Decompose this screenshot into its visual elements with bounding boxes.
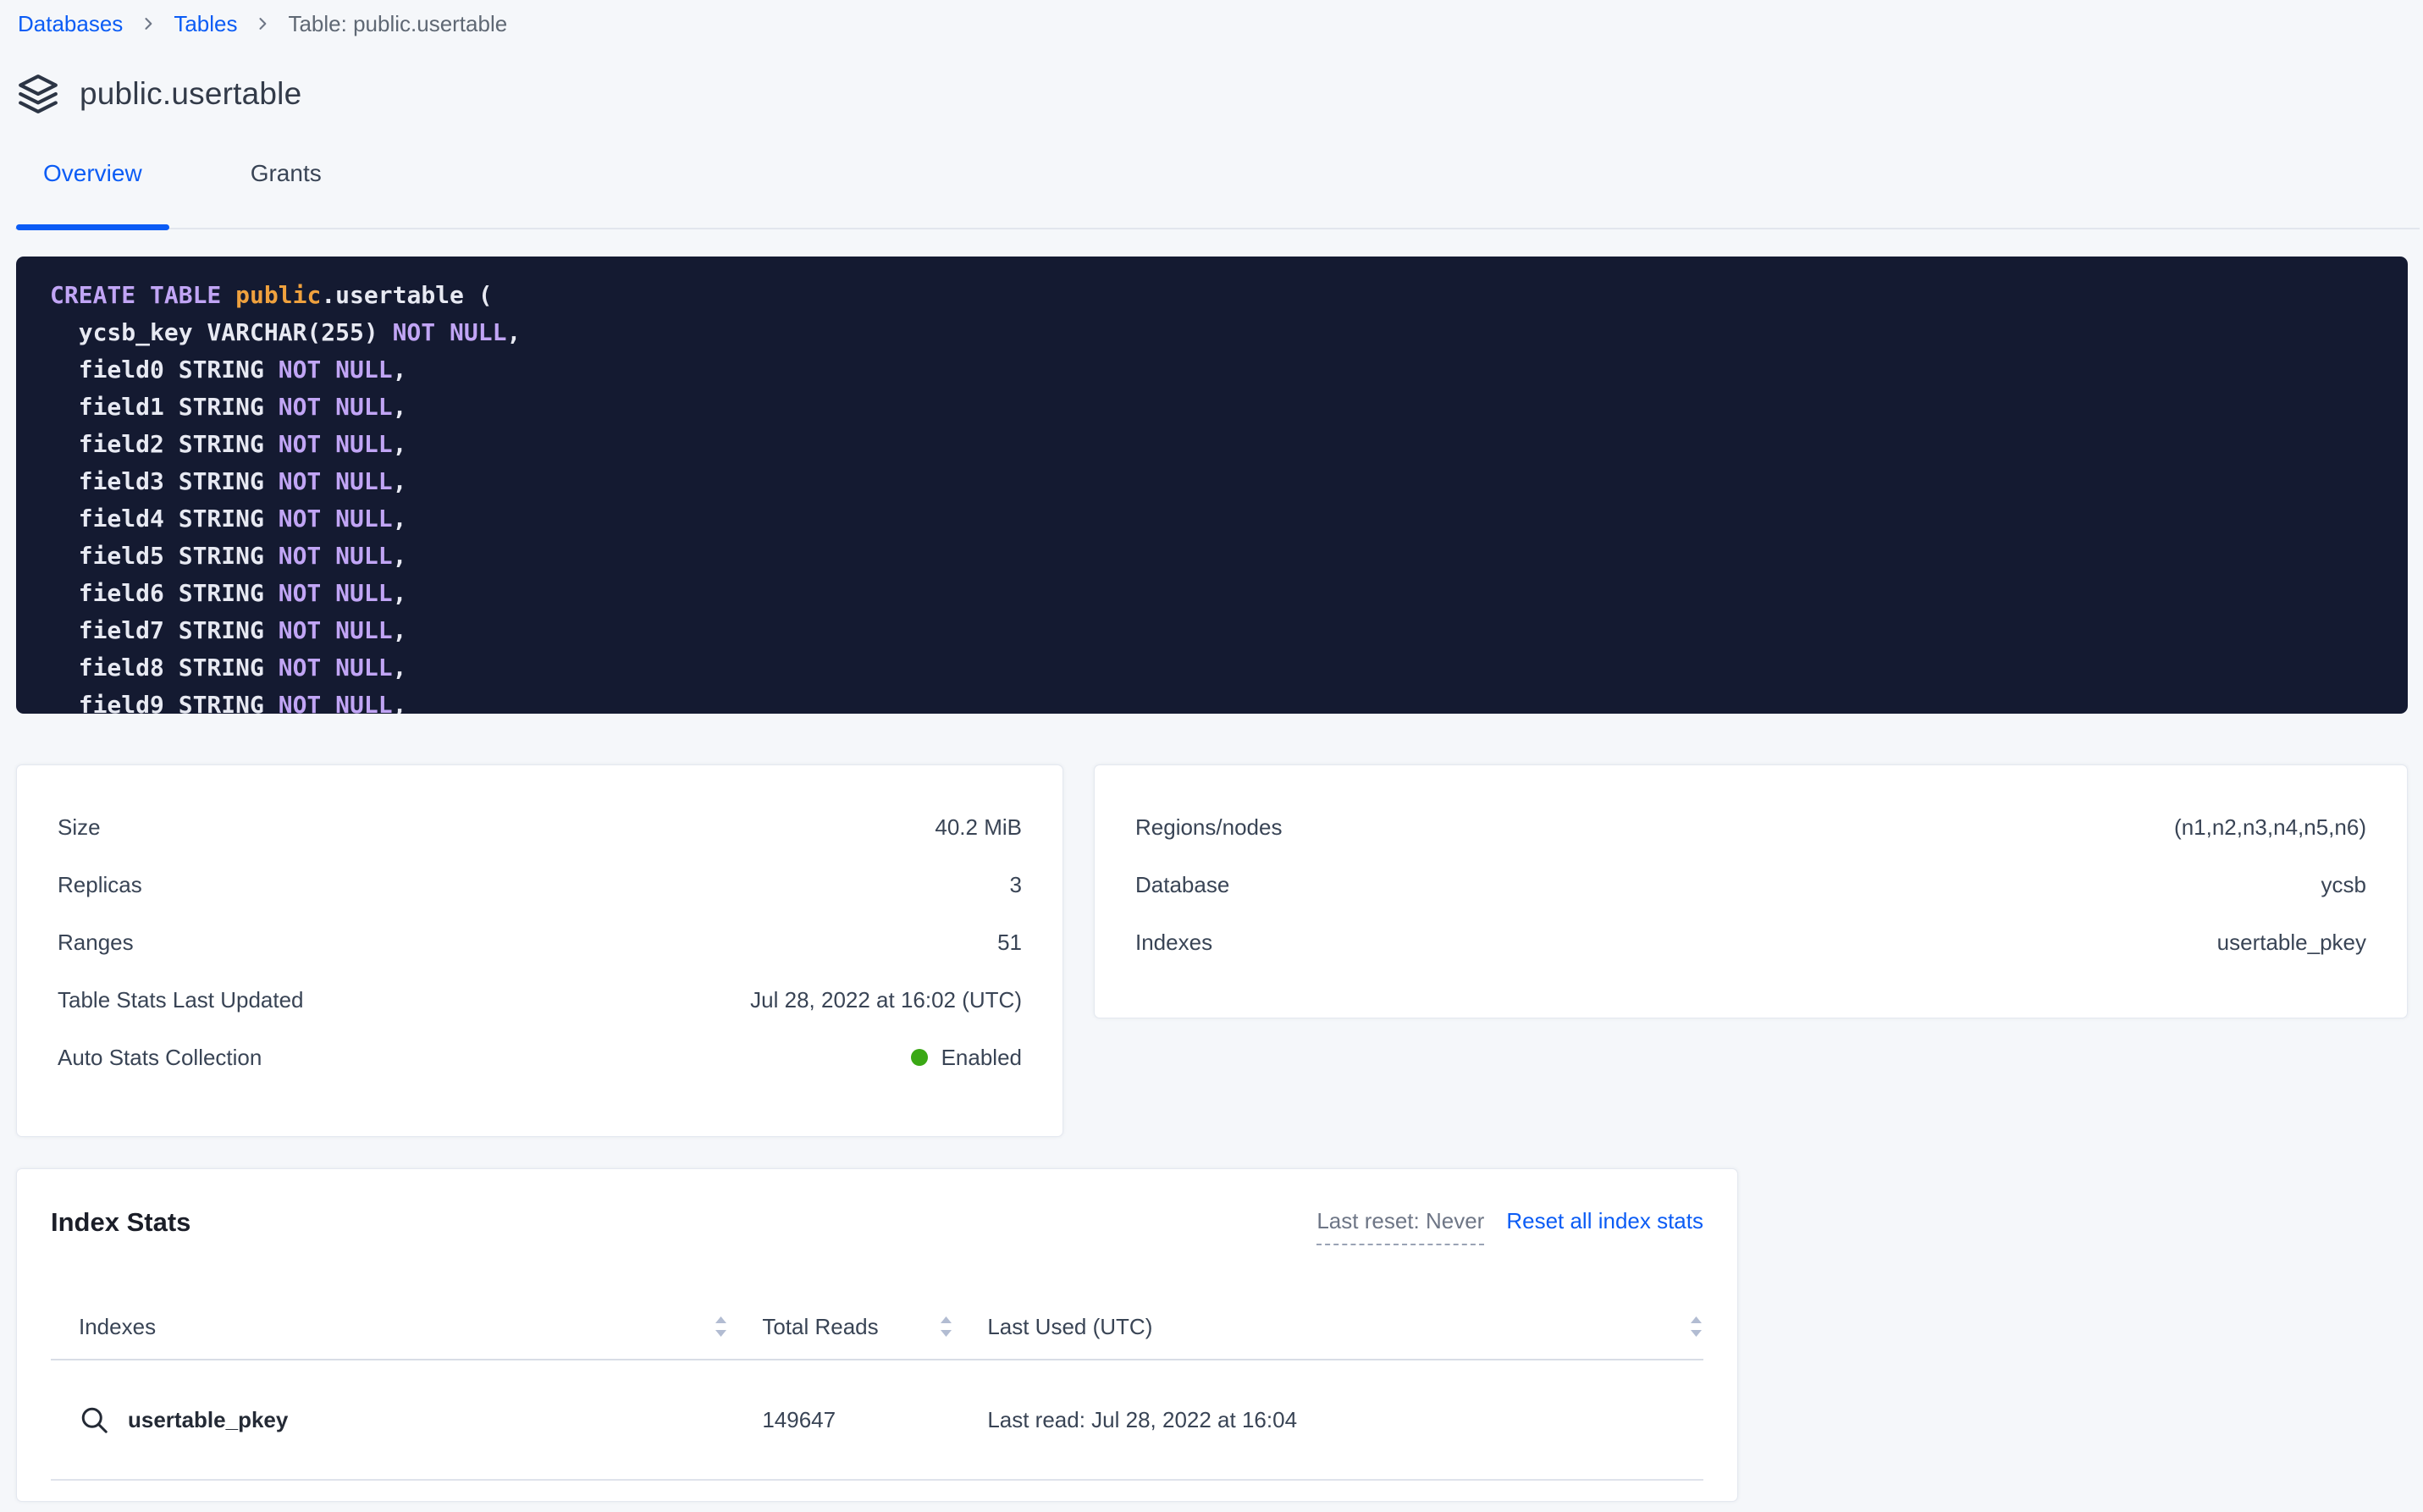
layers-icon xyxy=(17,73,59,115)
sql-line: field7 STRING NOT NULL, xyxy=(50,612,2408,649)
column-header-last-used[interactable]: Last Used (UTC) xyxy=(987,1314,1703,1340)
table-details-card: Regions/nodes (n1,n2,n3,n4,n5,n6) Database… xyxy=(1094,764,2408,1018)
status-dot-icon xyxy=(911,1049,928,1066)
active-tab-indicator xyxy=(16,224,169,230)
column-header-indexes[interactable]: Indexes xyxy=(51,1314,728,1340)
sql-line: field1 STRING NOT NULL, xyxy=(50,389,2408,426)
breadcrumb-databases[interactable]: Databases xyxy=(18,8,123,39)
sql-line: field5 STRING NOT NULL, xyxy=(50,538,2408,575)
sql-line: ycsb_key VARCHAR(255) NOT NULL, xyxy=(50,314,2408,351)
tab-grants-label: Grants xyxy=(251,160,322,186)
tabs: Overview Grants xyxy=(0,145,2423,229)
search-icon xyxy=(79,1404,109,1435)
index-stats-header: Index Stats Last reset: Never Reset all … xyxy=(51,1169,1703,1245)
column-header-last-used-label: Last Used (UTC) xyxy=(987,1314,1152,1340)
page-title: public.usertable xyxy=(80,76,301,112)
sql-code: CREATE TABLE public.usertable ( ycsb_key… xyxy=(50,277,2408,714)
summary-cards: Size 40.2 MiB Replicas 3 Ranges 51 Table Stats… xyxy=(16,764,2408,1137)
chevron-right-icon xyxy=(140,15,157,32)
stat-row-auto-stats-collection: Auto Stats Collection Enabled xyxy=(58,1029,1022,1086)
index-table-header: Indexes Total Reads Last Used (UTC) xyxy=(51,1294,1703,1360)
stat-row-table-stats-last-updated: Table Stats Last Updated Jul 28, 2022 at … xyxy=(58,971,1022,1029)
stat-label: Indexes xyxy=(1135,930,1212,956)
sort-arrows-icon[interactable] xyxy=(714,1314,728,1339)
tab-overview-label: Overview xyxy=(43,160,142,186)
stat-value: (n1,n2,n3,n4,n5,n6) xyxy=(2174,814,2366,841)
stat-value: usertable_pkey xyxy=(2217,930,2366,956)
stat-value: 3 xyxy=(1010,872,1022,898)
stat-label: Database xyxy=(1135,872,1229,898)
stat-label: Size xyxy=(58,814,101,841)
index-name-link[interactable]: usertable_pkey xyxy=(128,1407,288,1433)
sql-create-statement-box[interactable]: CREATE TABLE public.usertable ( ycsb_key… xyxy=(16,257,2408,714)
last-used-value: Last read: Jul 28, 2022 at 16:04 xyxy=(987,1407,1703,1433)
tabs-divider xyxy=(15,228,2420,229)
table-overview-card: Size 40.2 MiB Replicas 3 Ranges 51 Table Stats… xyxy=(16,764,1063,1137)
stat-row-regions-nodes: Regions/nodes (n1,n2,n3,n4,n5,n6) xyxy=(1135,798,2366,856)
total-reads-value: 149647 xyxy=(762,1407,953,1433)
stat-row-replicas: Replicas 3 xyxy=(58,856,1022,913)
sql-line: field3 STRING NOT NULL, xyxy=(50,463,2408,500)
stat-row-ranges: Ranges 51 xyxy=(58,913,1022,971)
stat-label: Table Stats Last Updated xyxy=(58,987,304,1013)
sql-line: field6 STRING NOT NULL, xyxy=(50,575,2408,612)
chevron-right-icon xyxy=(254,15,271,32)
breadcrumb-current: Table: public.usertable xyxy=(288,8,507,39)
stat-value: ycsb xyxy=(2321,872,2366,898)
stat-row-size: Size 40.2 MiB xyxy=(58,798,1022,856)
breadcrumb: Databases Tables Table: public.usertable xyxy=(0,0,2423,39)
sql-line: field8 STRING NOT NULL, xyxy=(50,649,2408,687)
stat-value: 51 xyxy=(997,930,1022,956)
last-reset-label: Last reset: Never xyxy=(1316,1206,1484,1245)
column-header-total-reads-label: Total Reads xyxy=(762,1314,878,1340)
stat-label: Ranges xyxy=(58,930,134,956)
tab-grants[interactable]: Grants xyxy=(224,145,349,229)
column-header-total-reads[interactable]: Total Reads xyxy=(762,1314,953,1340)
stat-value: 40.2 MiB xyxy=(935,814,1022,841)
sort-arrows-icon[interactable] xyxy=(1689,1314,1703,1339)
index-name-cell: usertable_pkey xyxy=(51,1404,728,1435)
index-stats-reset-area: Last reset: Never Reset all index stats xyxy=(1316,1206,1703,1245)
breadcrumb-tables[interactable]: Tables xyxy=(174,8,237,39)
sql-line: field4 STRING NOT NULL, xyxy=(50,500,2408,538)
stat-label: Auto Stats Collection xyxy=(58,1045,262,1071)
stat-value: Jul 28, 2022 at 16:02 (UTC) xyxy=(750,987,1022,1013)
stat-row-database: Database ycsb xyxy=(1135,856,2366,913)
stat-label: Replicas xyxy=(58,872,142,898)
sql-line: field2 STRING NOT NULL, xyxy=(50,426,2408,463)
stat-row-indexes: Indexes usertable_pkey xyxy=(1135,913,2366,971)
sql-line: field0 STRING NOT NULL, xyxy=(50,351,2408,389)
reset-all-index-stats-link[interactable]: Reset all index stats xyxy=(1506,1206,1703,1235)
column-header-indexes-label: Indexes xyxy=(79,1314,156,1340)
index-stats-card: Index Stats Last reset: Never Reset all … xyxy=(16,1168,1738,1502)
index-table-row: usertable_pkey 149647 Last read: Jul 28,… xyxy=(51,1360,1703,1481)
page-header: public.usertable xyxy=(17,73,2423,115)
details-stats-list: Regions/nodes (n1,n2,n3,n4,n5,n6) Database… xyxy=(1135,798,2366,971)
tab-overview[interactable]: Overview xyxy=(16,145,169,229)
overview-stats-list: Size 40.2 MiB Replicas 3 Ranges 51 Table Stats… xyxy=(58,798,1022,1086)
index-stats-title: Index Stats xyxy=(51,1206,190,1239)
sort-arrows-icon[interactable] xyxy=(939,1314,953,1339)
stat-value: Enabled xyxy=(911,1045,1022,1071)
sql-line: field9 STRING NOT NULL, xyxy=(50,687,2408,714)
sql-line: CREATE TABLE public.usertable ( xyxy=(50,277,2408,314)
stat-label: Regions/nodes xyxy=(1135,814,1282,841)
